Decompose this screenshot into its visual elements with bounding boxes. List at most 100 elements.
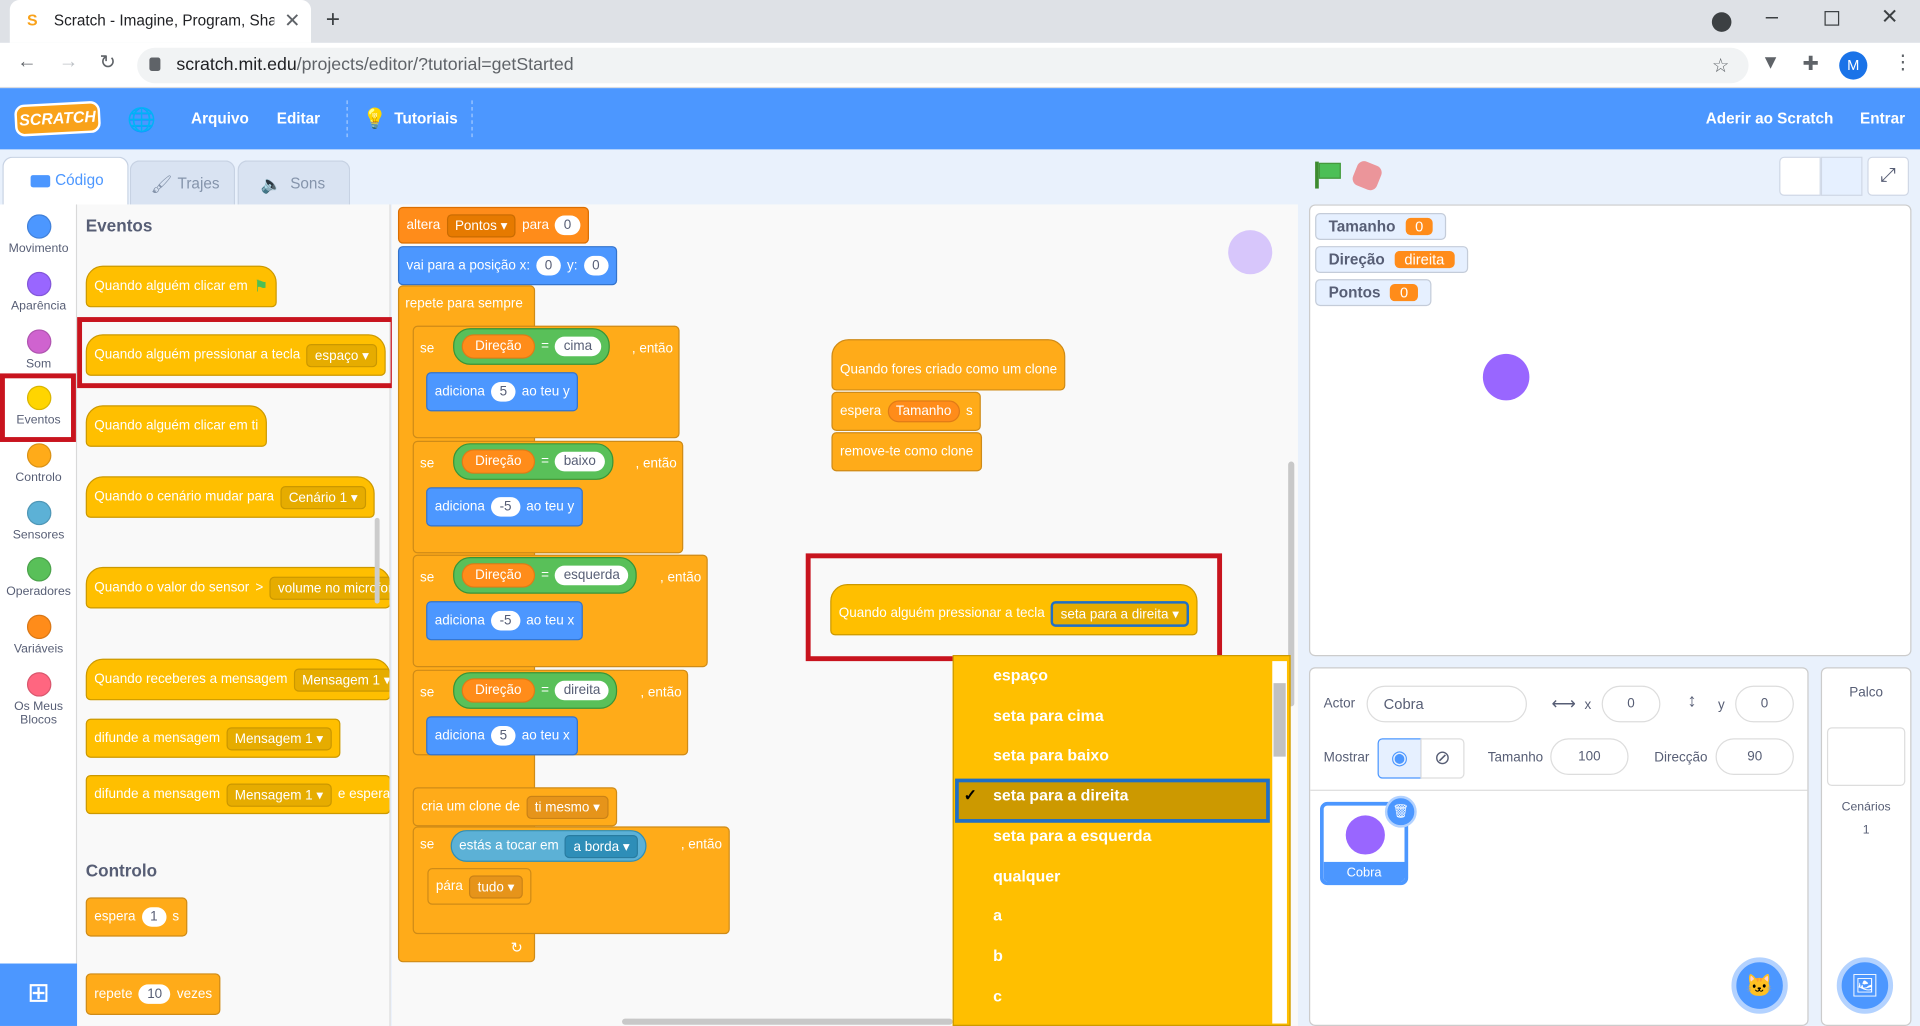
variable-monitor[interactable]: Pontos 0 [1315,279,1432,307]
category-looks[interactable]: Aparência [0,271,77,313]
tab-code[interactable]: Código [2,156,129,205]
dropdown-option[interactable]: seta para baixo [993,746,1109,764]
tab-search-icon[interactable] [1711,12,1732,32]
stop-icon[interactable] [1350,158,1384,193]
menu-edit[interactable]: Editar [277,110,320,127]
stop-dropdown[interactable]: tudo ▾ [469,874,523,899]
browser-menu-icon[interactable]: ⋮ [1893,50,1913,74]
variable-monitor[interactable]: Direção direita [1315,246,1468,274]
block-broadcast[interactable]: difunde a mensagem Mensagem 1 ▾ [85,718,341,758]
block-change-y[interactable]: adiciona -5 ao teu y [426,487,583,527]
variable-reporter[interactable]: Direção [461,449,535,474]
dropdown-option[interactable]: b [993,946,1003,964]
clone-dropdown[interactable]: ti mesmo ▾ [526,795,609,819]
backdrop-dropdown[interactable]: Cenário 1 ▾ [280,485,367,509]
fullscreen-icon[interactable]: ⤢ [1867,156,1909,196]
category-operators[interactable]: Operadores [0,557,77,599]
category-control[interactable]: Controlo [0,443,77,485]
message-dropdown[interactable]: Mensagem 1 ▾ [226,726,332,750]
add-extension-button[interactable]: ⊞ [0,963,78,1026]
close-window-icon[interactable]: ✕ [1881,5,1898,29]
block-change-x[interactable]: adiciona -5 ao teu x [426,601,583,641]
category-my-blocks[interactable]: Os Meus Blocos [0,672,77,727]
change-input[interactable]: -5 [491,610,521,631]
change-input[interactable]: 5 [491,726,516,746]
variable-reporter[interactable]: Direção [461,678,535,703]
block-go-to-xy[interactable]: vai para a posição x: 0 y: 0 [397,246,617,286]
block-when-flag-clicked[interactable]: Quando alguém clicar em ⚑ [85,265,277,308]
variable-reporter[interactable]: Direção [461,334,535,359]
block-when-sensor[interactable]: Quando o valor do sensor > volume no mic… [85,566,390,609]
block-when-receive-message[interactable]: Quando receberes a mensagem Mensagem 1 ▾ [85,658,390,701]
change-input[interactable]: -5 [491,497,521,517]
compare-value[interactable]: esquerda [555,565,629,586]
message-dropdown[interactable]: Mensagem 1 ▾ [293,667,390,692]
block-wait[interactable]: espera 1 s [85,897,188,937]
restore-icon[interactable] [1824,11,1840,26]
block-create-clone[interactable]: cria um clone de ti mesmo ▾ [412,787,618,827]
y-input[interactable]: 0 [583,255,609,276]
block-equals[interactable]: Direção = esquerda [453,557,638,594]
block-repeat[interactable]: repete 10 vezes [85,973,221,1015]
small-stage-button[interactable] [1779,156,1821,196]
block-delete-clone[interactable]: remove-te como clone [831,432,982,472]
join-scratch-link[interactable]: Aderir ao Scratch [1706,110,1834,127]
direction-field[interactable]: 90 [1715,738,1794,775]
add-sprite-button[interactable]: 🐱 [1731,957,1788,1014]
forward-icon[interactable]: → [56,51,80,73]
block-equals[interactable]: Direção = direita [453,672,618,709]
extensions-puzzle-icon[interactable]: ✚ [1802,51,1818,75]
dropdown-option[interactable]: seta para a direita [993,786,1128,804]
message-dropdown[interactable]: Mensagem 1 ▾ [226,782,332,807]
dropdown-option[interactable]: a [993,906,1002,924]
x-field[interactable]: 0 [1601,685,1661,723]
bookmark-star-icon[interactable]: ☆ [1712,54,1730,78]
menu-file[interactable]: Arquivo [191,110,249,127]
size-field[interactable]: 100 [1550,738,1629,775]
profile-avatar[interactable]: M [1839,51,1868,80]
variable-reporter[interactable]: Direção [461,563,535,588]
extension-filter-icon[interactable]: ▼ [1761,53,1780,75]
new-tab-icon[interactable]: + [326,6,340,34]
block-broadcast-and-wait[interactable]: difunde a mensagem Mensagem 1 ▾ e espera [85,774,390,815]
y-field[interactable]: 0 [1735,685,1794,723]
value-input[interactable]: 0 [555,215,580,236]
dropdown-option[interactable]: espaço [993,666,1048,684]
scratch-logo[interactable]: SCRATCH [13,100,102,137]
workspace-h-scrollbar[interactable] [622,1018,953,1025]
dropdown-option[interactable]: qualquer [993,867,1060,885]
block-set-variable[interactable]: altera Pontos ▾ para 0 [397,206,589,244]
block-when-sprite-clicked[interactable]: Quando alguém clicar em ti [85,405,267,447]
sprite-cobra[interactable] [1482,353,1530,401]
sign-in-link[interactable]: Entrar [1860,110,1905,127]
block-change-x[interactable]: adiciona 5 ao teu x [426,716,579,756]
block-touching[interactable]: estás a tocar em a borda ▾ [450,830,647,862]
browser-tab[interactable]: S Scratch - Imagine, Program, Shar ✕ [9,0,312,43]
dropdown-scroll-thumb[interactable] [1273,683,1286,757]
reload-icon[interactable]: ↻ [96,50,120,74]
block-wait-var[interactable]: espera Tamanho s [831,391,982,431]
menu-tutorials[interactable]: Tutoriais [394,110,458,127]
url-field[interactable]: scratch.mit.edu/projects/editor/?tutoria… [137,47,1749,84]
x-input[interactable]: 0 [536,255,561,276]
sensor-dropdown[interactable]: volume no microfone ▾ [269,576,390,600]
stage-pane[interactable]: Palco Cenários 1 🖼 [1820,667,1912,1026]
variable-reporter[interactable]: Tamanho [887,400,960,423]
block-equals[interactable]: Direção = baixo [453,443,614,480]
block-when-backdrop-switches[interactable]: Quando o cenário mudar para Cenário 1 ▾ [85,476,375,518]
variable-dropdown[interactable]: Pontos ▾ [446,213,516,237]
tab-sounds[interactable]: 🔈 Sons [237,160,351,205]
normal-stage-button[interactable] [1820,156,1863,196]
dropdown-option[interactable]: seta para cima [993,706,1104,724]
block-when-start-as-clone[interactable]: Quando fores criado como um clone [831,339,1066,391]
language-globe-icon[interactable]: 🌐 [127,105,156,134]
close-tab-icon[interactable]: ✕ [284,9,300,33]
compare-value[interactable]: cima [555,336,601,357]
category-sound[interactable]: Som [0,329,77,371]
category-motion[interactable]: Movimento [0,214,77,256]
back-icon[interactable]: ← [15,51,39,73]
dropdown-option[interactable]: c [993,987,1002,1005]
block-change-y[interactable]: adiciona 5 ao teu y [426,372,579,412]
block-equals[interactable]: Direção = cima [453,328,610,365]
delete-sprite-icon[interactable]: 🗑 [1384,795,1417,828]
